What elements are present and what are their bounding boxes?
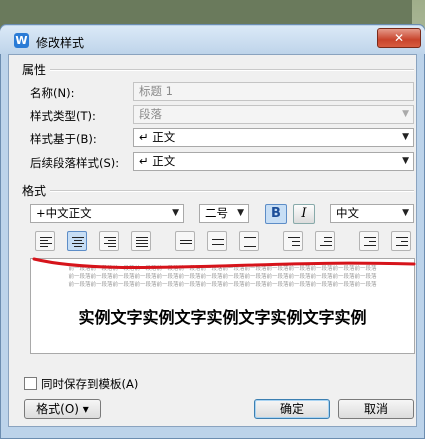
red-annotation-stroke: [32, 257, 416, 270]
save-to-template-label: 同时保存到模板(A): [41, 377, 139, 391]
cancel-button[interactable]: 取消: [338, 399, 414, 419]
ok-button[interactable]: 确定: [254, 399, 330, 419]
format-menu-button[interactable]: 格式(O) ▾: [24, 399, 101, 419]
save-to-template-checkbox[interactable]: [24, 377, 37, 390]
